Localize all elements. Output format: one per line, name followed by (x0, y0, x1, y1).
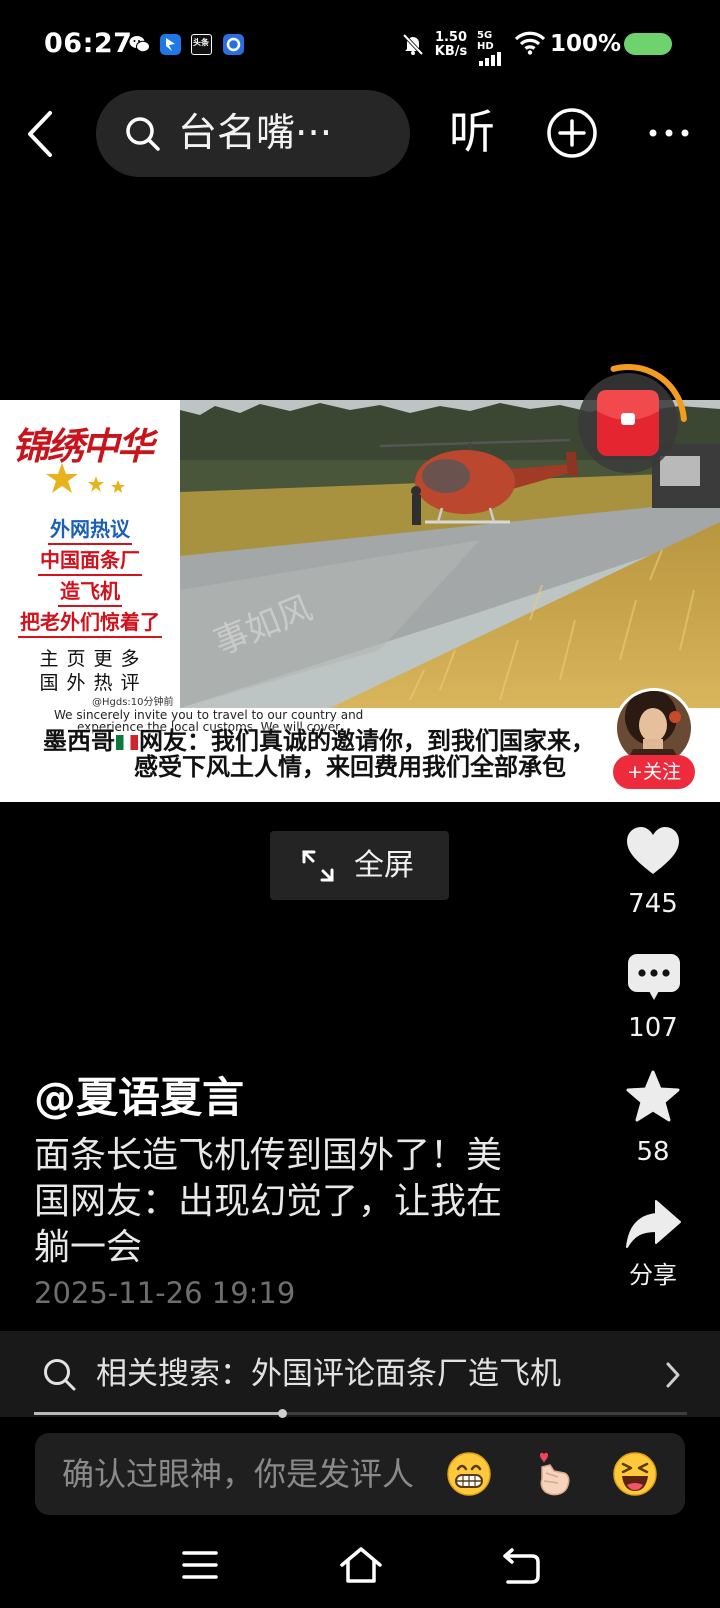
poster-tag: 外网热议 (0, 516, 180, 545)
poster-headline-1: 中国面条厂 (0, 547, 180, 576)
related-search-label: 相关搜索：外国评论面条厂造飞机 (96, 1356, 561, 1392)
wechat-icon (129, 36, 150, 53)
toutiao-badge-text: 头条 (193, 38, 209, 47)
battery-percent: 100% (550, 31, 622, 57)
progress-thumb[interactable] (277, 1409, 287, 1418)
laughing-face-icon[interactable] (612, 1451, 658, 1497)
net-speed-value: 1.50 (434, 30, 468, 45)
signal-icon (479, 52, 501, 66)
back-icon[interactable] (500, 1547, 542, 1585)
poster-tag-text: 外网热议 (48, 516, 132, 545)
search-icon (126, 117, 160, 151)
poster-headline-2: 造飞机 (0, 578, 180, 607)
network-type: 5G HD (477, 30, 494, 52)
heart-icon[interactable] (626, 826, 680, 876)
share-icon[interactable] (625, 1198, 681, 1250)
poster-headline-1-text: 中国面条厂 (38, 547, 142, 576)
poster-headline-2-text: 造飞机 (58, 578, 122, 607)
fullscreen-label: 全屏 (354, 848, 414, 883)
net-speed-unit: KB/s (434, 44, 468, 59)
chevron-left-icon[interactable] (26, 110, 54, 158)
like-count: 745 (628, 889, 678, 919)
battery-icon (624, 33, 672, 55)
star-icon[interactable] (625, 1069, 681, 1125)
subtitle-cn-line-1: 墨西哥 网友：我们真诚的邀请你，到我们国家来， (43, 728, 595, 754)
more-icon[interactable] (648, 128, 690, 138)
favorite-count: 58 (636, 1137, 670, 1167)
network-indicator: 5G HD (477, 30, 511, 69)
fullscreen-button[interactable]: 全屏 (270, 831, 449, 900)
comment-count: 107 (628, 1013, 678, 1043)
share-label[interactable]: 分享 (610, 1259, 696, 1291)
net-speed: 1.50 KB/s (432, 31, 470, 59)
chevron-right-icon (666, 1362, 680, 1388)
follow-button[interactable]: +关注 (613, 755, 695, 789)
progress-played (34, 1412, 283, 1415)
search-query: 台名嘴··· (178, 111, 333, 156)
search-bar[interactable]: 台名嘴··· (96, 90, 410, 177)
expand-icon (302, 850, 334, 882)
author-name[interactable]: @夏语夏言 (34, 1072, 244, 1124)
poster-more-row-1: 主 页 更 多 (39, 648, 141, 670)
mute-bell-icon (402, 33, 424, 56)
home-icon[interactable] (339, 1546, 383, 1584)
red-envelope-icon[interactable] (566, 361, 690, 485)
finger-heart-icon[interactable] (528, 1451, 574, 1497)
mexico-flag-icon (116, 735, 138, 750)
related-search-bar[interactable]: 相关搜索：外国评论面条厂造飞机 (0, 1331, 720, 1417)
post-timestamp: 2025-11-26 19:19 (34, 1276, 296, 1310)
search-icon (44, 1359, 76, 1391)
subtitle-cn-prefix: 墨西哥 (43, 727, 115, 755)
subtitle-cn-rest: 网友：我们真诚的邀请你，到我们国家来， (139, 727, 595, 755)
gold-stars-icon (46, 463, 125, 493)
grinning-face-icon[interactable] (446, 1451, 492, 1497)
menu-icon[interactable] (181, 1549, 219, 1581)
subtitle-cn-line-2: 感受下风土人情，来回费用我们全部承包 (134, 753, 566, 781)
comment-input[interactable]: 确认过眼神，你是发评人 (35, 1433, 685, 1515)
poster-headline-3: 把老外们惊着了 (0, 609, 180, 638)
toutiao-app-icon: 头条 (191, 34, 212, 55)
poster-more-row-2: 国 外 热 评 (39, 672, 141, 694)
circle-app-icon (223, 34, 244, 55)
blue-app-icon (160, 34, 181, 55)
plus-circle-icon[interactable] (546, 107, 598, 159)
wifi-icon (514, 31, 546, 55)
status-time: 06:27 (44, 28, 133, 59)
listen-button[interactable]: 听 (449, 102, 495, 162)
post-description[interactable]: 面条长造飞机传到国外了！美国网友：出现幻觉了，让我在躺一会 (34, 1133, 518, 1271)
comment-icon[interactable] (627, 953, 681, 1003)
poster-headline-3-text: 把老外们惊着了 (18, 609, 162, 638)
comment-placeholder: 确认过眼神，你是发评人 (62, 1455, 415, 1493)
